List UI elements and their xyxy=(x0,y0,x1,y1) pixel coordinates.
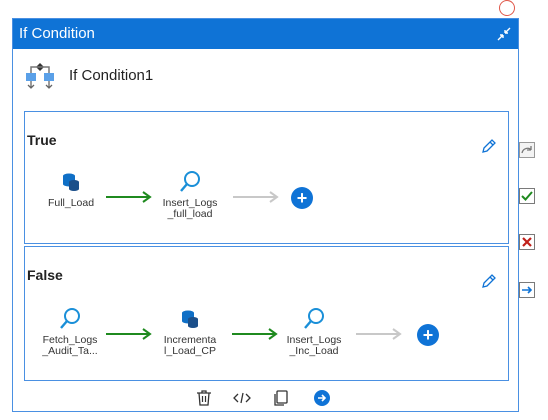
activity-row: If Condition1 xyxy=(13,55,518,97)
edit-pencil-icon[interactable] xyxy=(479,136,499,156)
activity-insert-logs-full-load[interactable]: Insert_Logs _full_load xyxy=(159,170,221,220)
delete-icon[interactable] xyxy=(194,388,214,408)
success-arrow xyxy=(106,191,152,203)
copy-icon[interactable] xyxy=(271,388,291,408)
database-icon xyxy=(182,310,198,328)
activity-full-load[interactable]: Full_Load xyxy=(43,170,99,209)
completion-arrow-icon[interactable] xyxy=(519,282,535,298)
lookup-icon xyxy=(180,171,200,192)
success-check-icon[interactable] xyxy=(519,188,535,204)
default-arrow xyxy=(356,328,402,340)
success-arrow xyxy=(232,328,278,340)
code-icon[interactable] xyxy=(232,388,252,408)
success-arrow xyxy=(106,328,152,340)
database-icon xyxy=(63,173,79,191)
false-branch-label: False xyxy=(27,267,63,283)
default-arrow xyxy=(233,191,279,203)
add-activity-button[interactable]: + xyxy=(417,324,439,346)
activity-label: Insert_Logs _full_load xyxy=(162,197,218,220)
true-branch-label: True xyxy=(27,132,57,148)
activity-label: Insert_Logs _Inc_Load xyxy=(286,334,342,357)
activity-label: Fetch_Logs _Audit_Ta... xyxy=(42,334,98,357)
activity-fetch-logs[interactable]: Fetch_Logs _Audit_Ta... xyxy=(39,307,101,357)
edit-pencil-icon[interactable] xyxy=(479,271,499,291)
if-condition-panel: If Condition If Condition1 True Full_Loa… xyxy=(12,18,519,412)
bottom-toolbar xyxy=(13,383,518,411)
failure-x-icon[interactable] xyxy=(519,234,535,250)
panel-header: If Condition xyxy=(13,19,518,49)
false-branch: False Fetch_Logs _Audit_Ta... Incrementa… xyxy=(24,246,509,381)
add-activity-button[interactable]: + xyxy=(291,187,313,209)
redo-icon[interactable] xyxy=(519,142,535,158)
activity-label: Full_Load xyxy=(47,197,95,209)
activity-insert-logs-inc-load[interactable]: Insert_Logs _Inc_Load xyxy=(283,307,345,357)
activity-incremental-load-cp[interactable]: Incrementa l_Load_CP xyxy=(159,307,221,357)
true-branch: True Full_Load Insert_Logs _full_load + xyxy=(24,111,509,244)
lookup-icon xyxy=(304,308,324,329)
activity-label: Incrementa l_Load_CP xyxy=(163,334,217,357)
panel-title: If Condition xyxy=(19,25,95,42)
lookup-icon xyxy=(60,308,80,329)
status-circle-icon xyxy=(499,0,515,16)
collapse-icon[interactable] xyxy=(494,24,514,44)
activity-name: If Condition1 xyxy=(69,67,154,84)
go-icon[interactable] xyxy=(312,388,332,408)
if-condition-icon xyxy=(26,63,54,89)
